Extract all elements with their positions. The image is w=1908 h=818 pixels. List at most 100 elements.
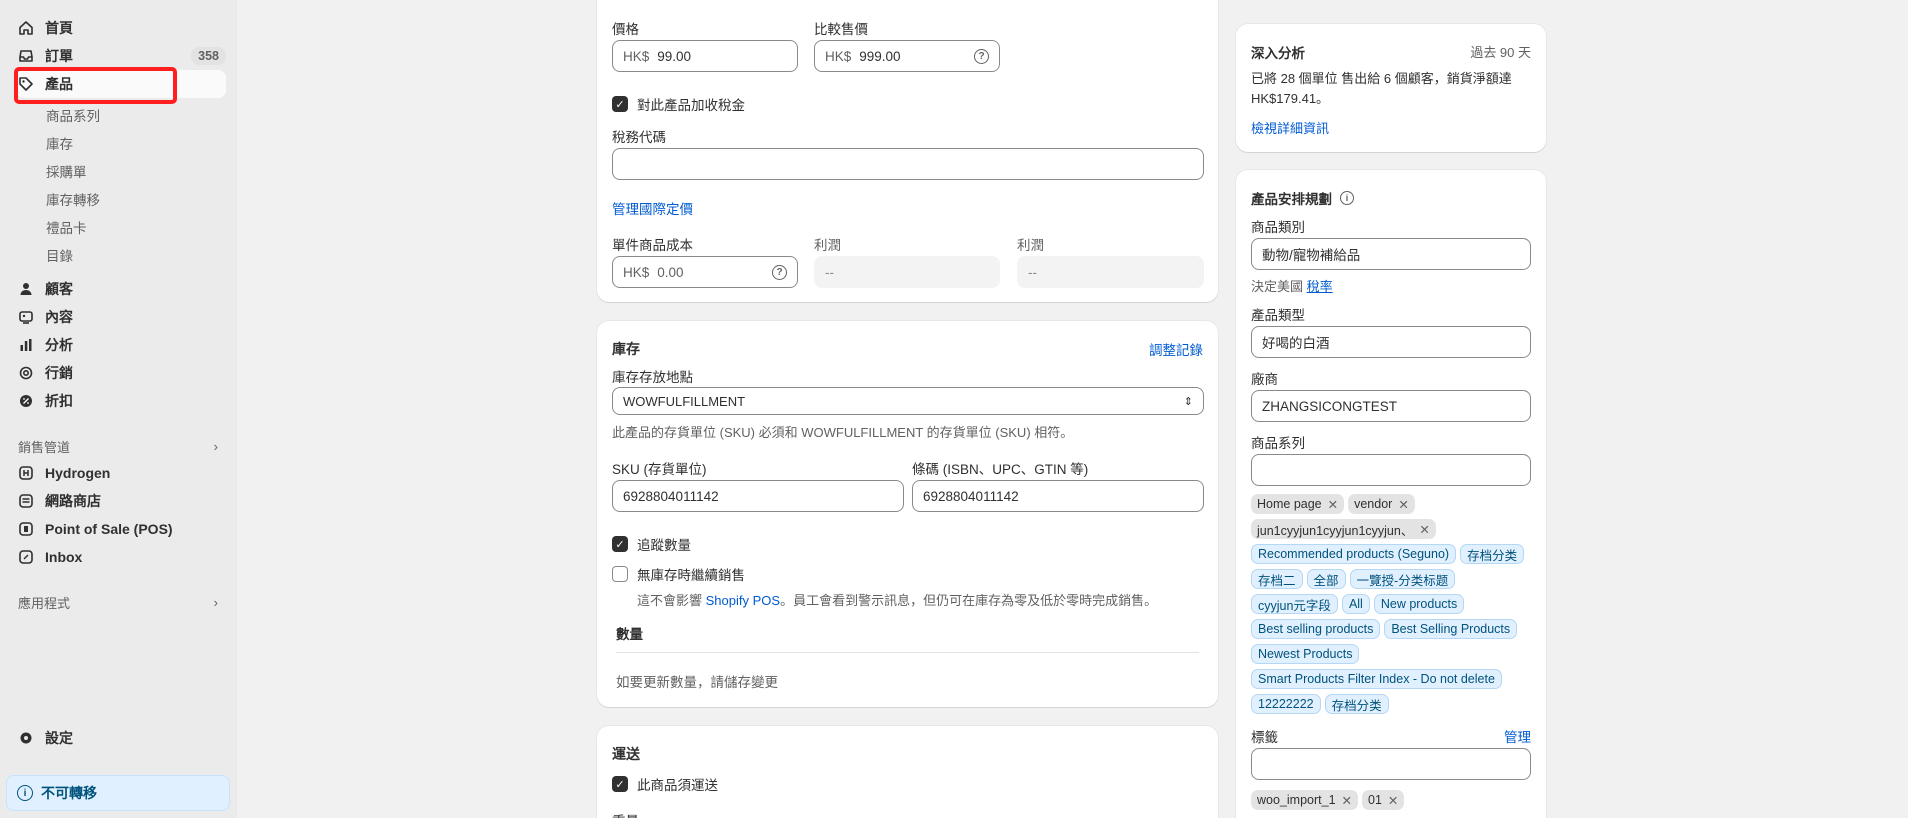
tags-label: 標籤 (1251, 730, 1278, 745)
tax-code-input[interactable] (612, 148, 1204, 180)
location-value: WOWFULFILLMENT (623, 393, 746, 409)
vendor-input[interactable]: ZHANGSICONGTEST (1251, 390, 1531, 422)
profit-value: -- (825, 264, 834, 280)
tags-input[interactable] (1251, 748, 1531, 780)
manage-intl-pricing-link[interactable]: 管理國際定價 (612, 198, 693, 218)
track-quantity-checkbox[interactable]: ✓ 追蹤數量 (612, 534, 691, 554)
product-tag-label: 01 (1368, 793, 1382, 807)
continue-selling-label: 無庫存時繼續銷售 (637, 568, 745, 583)
collection-tag: Home page ✕ (1251, 494, 1345, 514)
category-input[interactable]: 動物/寵物補給品 (1251, 238, 1531, 270)
location-select[interactable]: WOWFULFILLMENT ⇕ (612, 387, 1204, 415)
nav-inbox-label: Inbox (45, 549, 83, 565)
info-icon[interactable]: i (1340, 191, 1354, 205)
quantity-divider (616, 652, 1199, 653)
price-input[interactable]: HK$ 99.00 (612, 40, 798, 72)
shipping-title: 運送 (612, 746, 640, 762)
margin-field: -- (1017, 256, 1204, 288)
remove-x-icon[interactable]: ✕ (1328, 497, 1338, 512)
nav-products[interactable]: 產品 (16, 70, 226, 98)
nav-customers-label: 顧客 (45, 281, 73, 297)
collections-input[interactable] (1251, 454, 1531, 486)
chevron-right-icon: › (213, 439, 218, 454)
cost-currency: HK$ (623, 264, 650, 280)
view-details-link[interactable]: 檢視詳細資訊 (1251, 118, 1329, 137)
nav-orders[interactable]: 訂單 358 (16, 42, 226, 70)
collections-label: 商品系列 (1251, 436, 1305, 451)
continue-selling-note: 這不會影響 Shopify POS。員工會看到警示訊息，但仍可在庫存為零及低於零… (637, 590, 1157, 609)
collection-tag: jun1cyyjun1cyyjun1cyyjun、 ✕ (1251, 519, 1436, 539)
sidebar: 首頁 訂單 358 產品 商品系列 庫存 採購單 庫存轉移 禮品卡 目錄 顧客 … (0, 0, 237, 818)
charge-tax-checkbox[interactable]: ✓ 對此產品加收稅金 (612, 94, 745, 114)
store-icon (16, 491, 36, 511)
barcode-value: 6928804011142 (923, 488, 1019, 504)
compare-price-label: 比較售價 (814, 22, 868, 37)
manage-tags-link[interactable]: 管理 (1504, 726, 1531, 746)
inventory-title: 庫存 (612, 341, 640, 357)
nav-analytics[interactable]: 分析 (16, 331, 226, 359)
target-icon (16, 363, 36, 383)
auto-collection-tag: Smart Products Filter Index - Do not del… (1251, 669, 1502, 689)
physical-product-checkbox[interactable]: ✓ 此商品須運送 (612, 774, 718, 794)
sku-label: SKU (存貨單位) (612, 462, 707, 477)
insights-period: 過去 90 天 (1470, 45, 1531, 60)
info-icon: i (17, 785, 33, 801)
nav-hydrogen[interactable]: Hydrogen (16, 459, 226, 487)
gear-icon (16, 728, 36, 748)
checkbox-empty-icon (612, 566, 628, 582)
sales-channels-title: 銷售管道 (18, 440, 71, 455)
nav-purchase-orders[interactable]: 採購單 (46, 161, 87, 181)
nav-gift-cards[interactable]: 禮品卡 (46, 217, 87, 237)
nav-discounts[interactable]: 折扣 (16, 387, 226, 415)
tax-rate-link[interactable]: 稅率 (1307, 279, 1333, 294)
nav-hydrogen-label: Hydrogen (45, 465, 111, 481)
apps-header[interactable]: 應用程式 › (18, 593, 218, 612)
compare-price-input[interactable]: HK$ 999.00 ? (814, 40, 1000, 72)
chevron-right-icon: › (213, 595, 218, 610)
remove-x-icon[interactable]: ✕ (1419, 522, 1429, 537)
nav-settings-label: 設定 (45, 730, 73, 746)
nav-orders-label: 訂單 (45, 48, 73, 64)
nav-settings[interactable]: 設定 (16, 724, 226, 752)
nav-customers[interactable]: 顧客 (16, 275, 226, 303)
nav-inventory[interactable]: 庫存 (46, 133, 73, 153)
nontransferable-banner[interactable]: i 不可轉移 (6, 775, 230, 811)
nav-collections[interactable]: 商品系列 (46, 105, 100, 125)
auto-collection-tag: 存档分类 (1460, 544, 1525, 564)
shopify-pos-link[interactable]: Shopify POS (706, 593, 780, 608)
continue-selling-checkbox[interactable]: 無庫存時繼續銷售 (612, 564, 745, 584)
quantity-note: 如要更新數量，請儲存變更 (616, 675, 778, 690)
price-label: 價格 (612, 22, 639, 37)
nav-marketing[interactable]: 行銷 (16, 359, 226, 387)
adjust-history-link[interactable]: 調整記錄 (1149, 339, 1203, 359)
remove-x-icon[interactable]: ✕ (1388, 793, 1398, 808)
nav-inbox[interactable]: Inbox (16, 543, 226, 571)
cost-input[interactable]: HK$ 0.00 ? (612, 256, 798, 288)
nav-content[interactable]: 內容 (16, 303, 226, 331)
sales-channels-header[interactable]: 銷售管道 › (18, 437, 218, 456)
sku-input[interactable]: 6928804011142 (612, 480, 904, 512)
auto-collection-tag: cyyjun元字段 (1251, 594, 1338, 614)
nav-transfers[interactable]: 庫存轉移 (46, 189, 100, 209)
help-icon[interactable]: ? (974, 48, 989, 64)
nav-catalogs[interactable]: 目錄 (46, 245, 73, 265)
nav-pos-label: Point of Sale (POS) (45, 521, 173, 537)
help-icon[interactable]: ? (772, 264, 787, 280)
nav-home[interactable]: 首頁 (16, 14, 226, 42)
remove-x-icon[interactable]: ✕ (1342, 793, 1352, 808)
category-value: 動物/寵物補給品 (1262, 248, 1361, 263)
product-tags: woo_import_1 ✕ 01 ✕ (1251, 790, 1536, 815)
price-value: 99.00 (657, 48, 692, 64)
nav-pos[interactable]: Point of Sale (POS) (16, 515, 226, 543)
barcode-input[interactable]: 6928804011142 (912, 480, 1204, 512)
checkmark-icon: ✓ (612, 536, 628, 552)
bar-chart-icon (16, 335, 36, 355)
product-type-input[interactable]: 好喝的白酒 (1251, 326, 1531, 358)
margin-value: -- (1028, 264, 1037, 280)
cost-placeholder: 0.00 (657, 264, 684, 280)
remove-x-icon[interactable]: ✕ (1398, 497, 1408, 512)
nav-online-store[interactable]: 網路商店 (16, 487, 226, 515)
discount-icon (16, 391, 36, 411)
auto-collection-tag: Recommended products (Seguno) (1251, 544, 1457, 564)
hydrogen-icon (16, 463, 36, 483)
